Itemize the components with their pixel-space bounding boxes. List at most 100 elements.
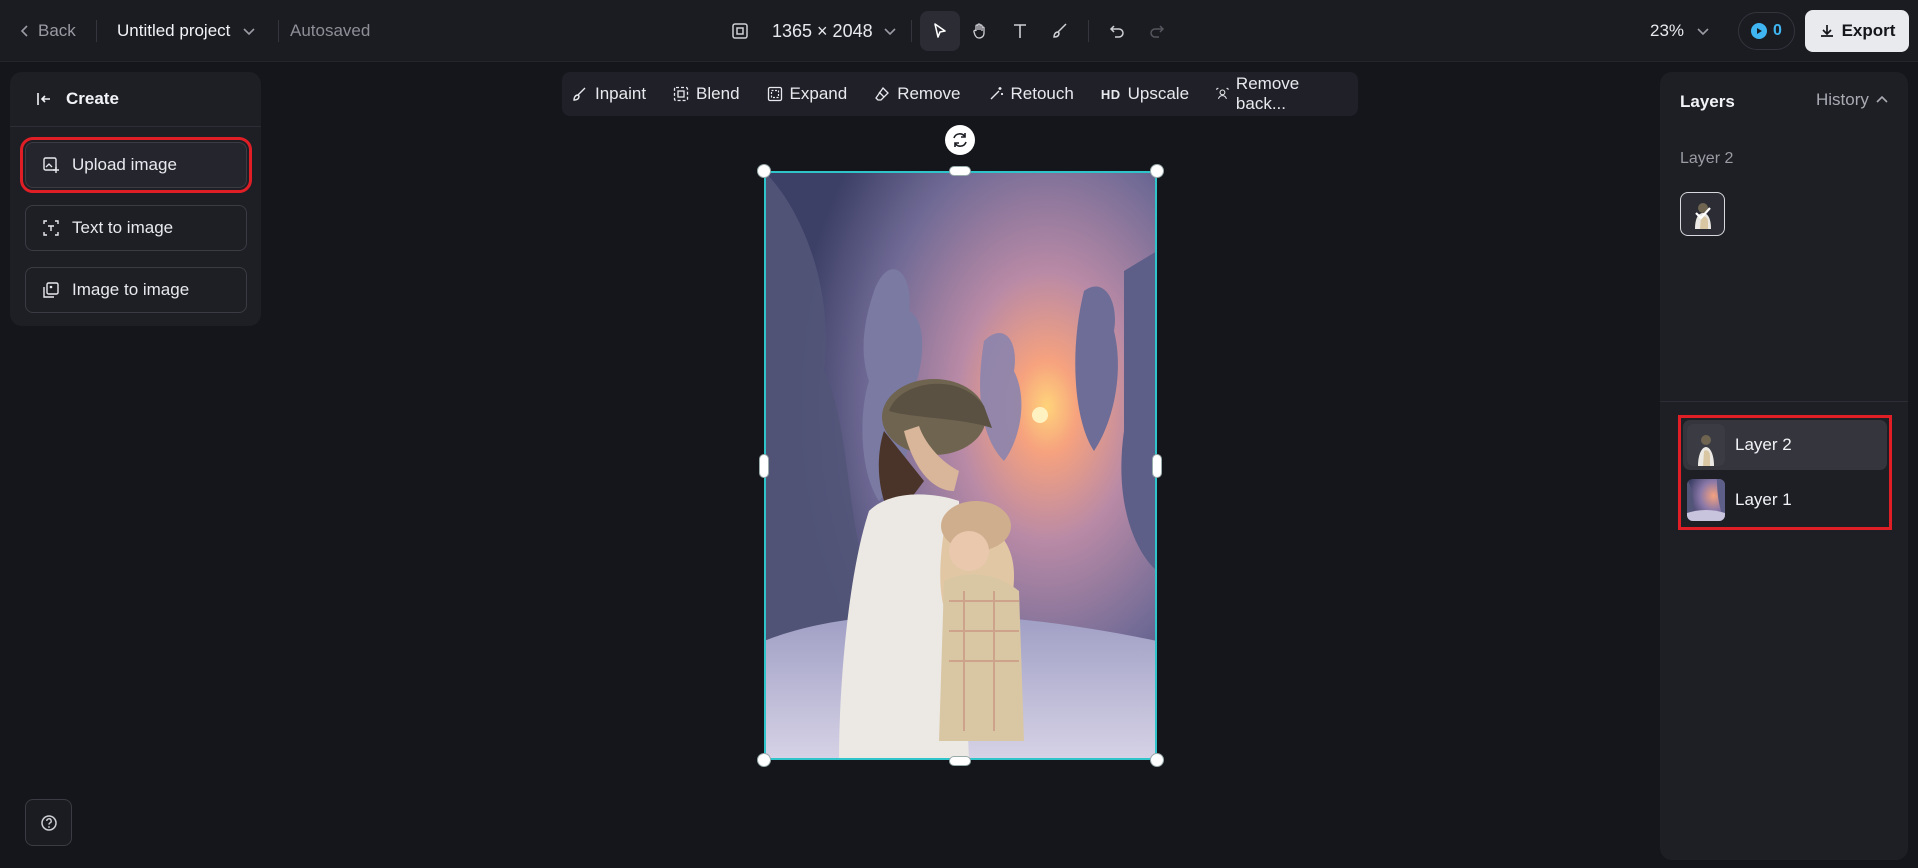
help-icon xyxy=(40,814,57,831)
tab-history-label: History xyxy=(1816,90,1869,109)
divider xyxy=(96,20,97,42)
back-label: Back xyxy=(38,21,76,40)
credits-icon xyxy=(1751,23,1768,39)
text-tool-button[interactable] xyxy=(1000,11,1040,51)
project-title: Untitled project xyxy=(117,21,231,40)
canvas-size-dropdown[interactable]: 1365 × 2048 xyxy=(772,21,897,42)
resize-handle-top-left[interactable] xyxy=(757,164,771,178)
selected-layer-name: Layer 2 xyxy=(1680,150,1734,167)
text-icon xyxy=(1013,24,1026,38)
chevron-up-icon xyxy=(1876,95,1888,103)
chevron-down-icon xyxy=(884,28,896,36)
remove-label: Remove xyxy=(897,84,961,103)
upload-image-icon xyxy=(43,157,59,173)
tab-history[interactable]: History xyxy=(1816,90,1889,110)
select-tool-button[interactable] xyxy=(919,11,960,51)
resize-handle-right[interactable] xyxy=(1152,454,1162,478)
resize-handle-bottom-left[interactable] xyxy=(757,753,771,767)
blend-icon xyxy=(673,86,689,102)
image-to-image-icon xyxy=(43,282,59,298)
canvas-size: 1365 × 2048 xyxy=(772,20,873,41)
resize-handle-bottom-right[interactable] xyxy=(1150,753,1164,767)
inpaint-icon xyxy=(573,87,586,101)
collapse-left-icon xyxy=(37,93,50,105)
divider xyxy=(910,20,912,42)
create-panel-header[interactable]: Create xyxy=(10,72,261,127)
layer-item-layer-1[interactable]: Layer 1 xyxy=(1683,475,1887,525)
download-icon xyxy=(1820,25,1833,37)
brush-tool-button[interactable] xyxy=(1040,11,1080,51)
upload-image-label: Upload image xyxy=(72,155,177,174)
chevron-down-icon xyxy=(1697,28,1709,36)
redo-icon xyxy=(1149,25,1164,38)
resize-handle-top-right[interactable] xyxy=(1150,164,1164,178)
blend-button[interactable]: Blend xyxy=(673,84,740,104)
tab-layers[interactable]: Layers xyxy=(1680,92,1735,112)
upload-image-button[interactable]: Upload image xyxy=(20,137,252,193)
eraser-icon xyxy=(875,86,890,101)
retouch-icon xyxy=(990,87,1003,100)
retouch-label: Retouch xyxy=(1010,84,1074,103)
remove-background-icon xyxy=(1216,87,1229,100)
zoom-level: 23% xyxy=(1650,21,1685,40)
redo-button[interactable] xyxy=(1137,11,1177,51)
remove-background-button[interactable]: Remove back... xyxy=(1216,74,1331,114)
rotate-handle[interactable] xyxy=(945,125,975,155)
center-tools: 1365 × 2048 xyxy=(720,0,1177,62)
layer-name: Layer 2 xyxy=(1735,435,1792,454)
remove-button[interactable]: Remove xyxy=(874,84,961,104)
upscale-button[interactable]: HD Upscale xyxy=(1101,84,1189,104)
layer-thumbnail xyxy=(1687,424,1725,466)
zoom-dropdown[interactable]: 23% xyxy=(1650,0,1710,62)
divider xyxy=(278,20,279,42)
create-panel-title: Create xyxy=(66,89,119,108)
resize-icon xyxy=(732,23,748,39)
expand-label: Expand xyxy=(789,84,848,103)
layers-panel: Layers History Layer 2 Layer 2 Layer 1 xyxy=(1660,72,1908,860)
remove-background-label: Remove back... xyxy=(1235,74,1300,113)
autosave-status: Autosaved xyxy=(290,21,371,40)
layers-panel-tabs: Layers History xyxy=(1660,72,1908,127)
top-bar: Back Untitled project Autosaved 1365 × 2… xyxy=(0,0,1918,62)
chevron-down-icon xyxy=(243,28,255,36)
selected-layer-thumbnail[interactable] xyxy=(1680,192,1725,236)
project-title-dropdown[interactable]: Untitled project xyxy=(117,0,256,62)
image-to-image-button[interactable]: Image to image xyxy=(25,267,247,313)
text-to-image-icon xyxy=(43,220,59,236)
credits-badge[interactable]: 0 xyxy=(1738,12,1795,50)
divider xyxy=(1087,20,1089,42)
resize-handle-top[interactable] xyxy=(949,166,971,176)
layer-item-layer-2[interactable]: Layer 2 xyxy=(1683,420,1887,470)
undo-button[interactable] xyxy=(1097,11,1137,51)
hand-tool-button[interactable] xyxy=(960,11,1000,51)
divider xyxy=(1660,401,1908,402)
blend-label: Blend xyxy=(696,84,740,103)
help-button[interactable] xyxy=(25,799,72,846)
export-label: Export xyxy=(1841,21,1896,40)
hd-icon: HD xyxy=(1100,86,1121,102)
selection-frame xyxy=(764,171,1157,760)
expand-icon xyxy=(767,86,782,102)
resize-handle-bottom[interactable] xyxy=(949,756,971,766)
retouch-button[interactable]: Retouch xyxy=(988,84,1074,104)
resize-canvas-button[interactable] xyxy=(720,11,760,51)
hand-icon xyxy=(972,23,985,39)
back-button[interactable]: Back xyxy=(18,0,76,62)
expand-button[interactable]: Expand xyxy=(767,84,848,104)
undo-icon xyxy=(1109,25,1124,38)
text-to-image-button[interactable]: Text to image xyxy=(25,205,247,251)
credits-count: 0 xyxy=(1773,22,1782,39)
rotate-icon xyxy=(953,133,967,147)
upscale-label: Upscale xyxy=(1127,84,1190,103)
cursor-arrow-icon xyxy=(933,23,946,38)
layer-thumbnail xyxy=(1687,479,1725,521)
resize-handle-left[interactable] xyxy=(759,454,769,478)
create-panel: Create Upload image Text to image Image … xyxy=(10,72,261,326)
text-to-image-label: Text to image xyxy=(72,218,174,237)
export-button[interactable]: Export xyxy=(1805,10,1909,52)
image-to-image-label: Image to image xyxy=(72,280,190,299)
layer-list: Layer 2 Layer 1 xyxy=(1678,415,1892,530)
inpaint-label: Inpaint xyxy=(595,84,647,103)
chevron-left-icon xyxy=(20,25,28,37)
inpaint-button[interactable]: Inpaint xyxy=(572,84,646,104)
